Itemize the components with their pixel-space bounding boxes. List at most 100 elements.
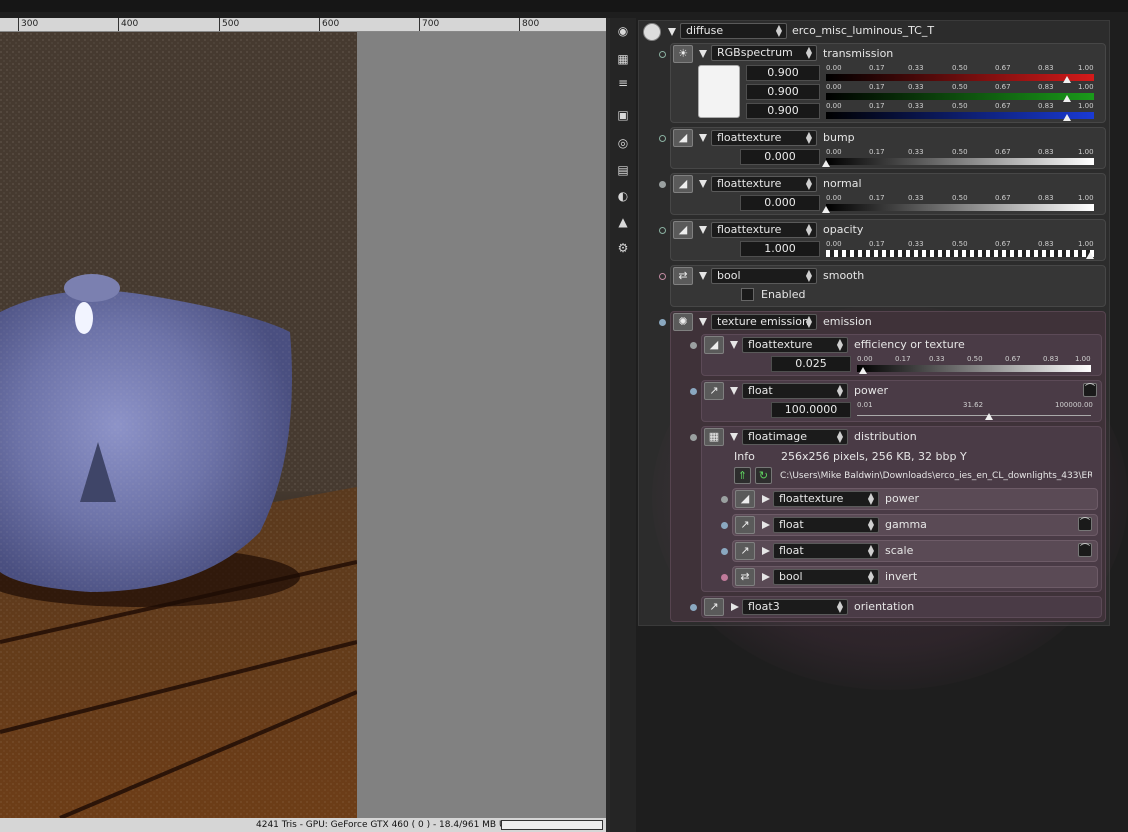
connector-dot[interactable] (690, 604, 697, 611)
expand-arrow-icon[interactable] (762, 547, 770, 555)
transmission-g-field[interactable]: 0.900 (746, 84, 820, 100)
connector-dot[interactable] (721, 548, 728, 555)
power-value-field[interactable]: 100.0000 (771, 402, 851, 418)
list-icon[interactable]: ≡ (615, 76, 631, 90)
normal-type-select[interactable]: floattexture ▲ ▼ (711, 176, 817, 192)
picture-icon[interactable]: ▲ (615, 215, 631, 229)
distribution-type-select[interactable]: floatimage ▲ ▼ (742, 429, 848, 445)
power-slider[interactable]: 0.01 31.62 100000.00 (857, 401, 1093, 423)
collapse-arrow-icon[interactable] (730, 387, 738, 395)
layers-icon[interactable]: ▦ (615, 52, 631, 66)
collapse-arrow-icon[interactable] (699, 50, 707, 58)
float-texture-icon[interactable]: ◢ (673, 129, 693, 147)
float-curve-icon[interactable]: ↗ (735, 542, 755, 560)
collapse-arrow-icon[interactable] (699, 226, 707, 234)
connector-dot[interactable] (690, 434, 697, 441)
normal-slider[interactable]: 0.00 0.17 0.33 0.50 0.67 0.83 1.00 (822, 194, 1094, 216)
bool-icon[interactable]: ⇄ (735, 568, 755, 586)
float-curve-icon[interactable]: ↗ (735, 516, 755, 534)
connector-dot[interactable] (659, 227, 666, 234)
bool-icon[interactable]: ⇄ (673, 267, 693, 285)
slider-handle[interactable] (1063, 95, 1071, 102)
bucket-icon[interactable]: ◐ (615, 189, 631, 203)
collapse-arrow-icon[interactable] (730, 433, 738, 441)
connector-dot[interactable] (721, 574, 728, 581)
child-power-type-select[interactable]: floattexture ▲ ▼ (773, 491, 879, 507)
slider-handle[interactable] (1063, 76, 1071, 83)
slider-handle[interactable] (822, 160, 830, 167)
collapse-arrow-icon[interactable] (668, 28, 676, 36)
float-image-icon[interactable]: ▦ (704, 428, 724, 446)
bump-value-field[interactable]: 0.000 (740, 149, 820, 165)
material-type-select[interactable]: diffuse ▲ ▼ (680, 23, 787, 39)
expand-arrow-icon[interactable] (762, 495, 770, 503)
image-icon[interactable]: ▣ (615, 108, 631, 122)
render-viewport[interactable] (0, 32, 606, 818)
transmission-b-field[interactable]: 0.900 (746, 103, 820, 119)
curve-icon[interactable]: ⌒ (1078, 543, 1092, 557)
slider-handle[interactable] (822, 206, 830, 213)
efficiency-value-field[interactable]: 0.025 (771, 356, 851, 372)
float-curve-icon[interactable]: ↗ (704, 598, 724, 616)
collapse-arrow-icon[interactable] (699, 180, 707, 188)
transmission-type-select[interactable]: RGBspectrum ▲ ▼ (711, 45, 817, 61)
file-path[interactable]: C:\Users\Mike Baldwin\Downloads\erco_ies… (780, 469, 1092, 483)
orientation-type-select[interactable]: float3 ▲ ▼ (742, 599, 848, 615)
expand-arrow-icon[interactable] (731, 603, 739, 611)
collapse-arrow-icon[interactable] (699, 318, 707, 326)
collapse-arrow-icon[interactable] (699, 134, 707, 142)
transmission-r-field[interactable]: 0.900 (746, 65, 820, 81)
child-invert-type-select[interactable]: bool ▲ ▼ (773, 569, 879, 585)
connector-dot[interactable] (659, 319, 666, 326)
float-texture-icon[interactable]: ◢ (673, 221, 693, 239)
child-scale-type-select[interactable]: float ▲ ▼ (773, 543, 879, 559)
slider-handle[interactable] (859, 367, 867, 374)
connector-dot[interactable] (690, 388, 697, 395)
camera-icon[interactable]: ◎ (615, 136, 631, 150)
bump-slider[interactable]: 0.00 0.17 0.33 0.50 0.67 0.83 1.00 (822, 148, 1094, 170)
slider-handle[interactable] (1086, 252, 1094, 259)
float-texture-icon[interactable]: ◢ (704, 336, 724, 354)
film-icon[interactable]: ▤ (615, 163, 631, 177)
power-type-select[interactable]: float ▲ ▼ (742, 383, 848, 399)
opacity-slider[interactable]: 0.00 0.17 0.33 0.50 0.67 0.83 1.00 (826, 240, 1094, 262)
opacity-type-select[interactable]: floattexture ▲ ▼ (711, 222, 817, 238)
material-sphere-icon[interactable] (643, 23, 661, 41)
transmission-b-slider[interactable]: 0.00 0.17 0.33 0.50 0.67 0.83 1.00 (826, 102, 1094, 124)
float-texture-icon[interactable]: ◢ (735, 490, 755, 508)
render-camera-icon[interactable]: ◉ (615, 24, 631, 38)
opacity-value-field[interactable]: 1.000 (740, 241, 820, 257)
spectrum-icon[interactable]: ☀ (673, 45, 693, 63)
collapse-arrow-icon[interactable] (699, 272, 707, 280)
load-file-icon[interactable]: ⇑ (734, 467, 751, 484)
transmission-color-swatch[interactable] (698, 65, 740, 118)
connector-dot[interactable] (659, 135, 666, 142)
normal-value-field[interactable]: 0.000 (740, 195, 820, 211)
emission-texture-icon[interactable]: ✺ (673, 313, 693, 331)
efficiency-type-select[interactable]: floattexture ▲ ▼ (742, 337, 848, 353)
collapse-arrow-icon[interactable] (730, 341, 738, 349)
float-texture-icon[interactable]: ◢ (673, 175, 693, 193)
connector-dot[interactable] (659, 273, 666, 280)
slider-handle[interactable] (985, 413, 993, 420)
curve-icon[interactable]: ⌒ (1083, 383, 1097, 397)
child-gamma-type-select[interactable]: float ▲ ▼ (773, 517, 879, 533)
connector-dot[interactable] (721, 522, 728, 529)
connector-dot[interactable] (659, 181, 666, 188)
emission-type-select[interactable]: texture emission ▲ ▼ (711, 314, 817, 330)
connector-dot[interactable] (659, 51, 666, 58)
curve-icon[interactable]: ⌒ (1078, 517, 1092, 531)
info-label: Info (734, 450, 755, 463)
settings-icon[interactable]: ⚙ (615, 241, 631, 255)
reload-icon[interactable]: ↻ (755, 467, 772, 484)
float-curve-icon[interactable]: ↗ (704, 382, 724, 400)
bump-type-select[interactable]: floattexture ▲ ▼ (711, 130, 817, 146)
connector-dot[interactable] (690, 342, 697, 349)
slider-handle[interactable] (1063, 114, 1071, 121)
smooth-type-select[interactable]: bool ▲ ▼ (711, 268, 817, 284)
expand-arrow-icon[interactable] (762, 521, 770, 529)
smooth-enabled-checkbox[interactable] (741, 288, 754, 301)
expand-arrow-icon[interactable] (762, 573, 770, 581)
efficiency-slider[interactable]: 0.00 0.17 0.33 0.50 0.67 0.83 1.00 (857, 355, 1091, 377)
connector-dot[interactable] (721, 496, 728, 503)
